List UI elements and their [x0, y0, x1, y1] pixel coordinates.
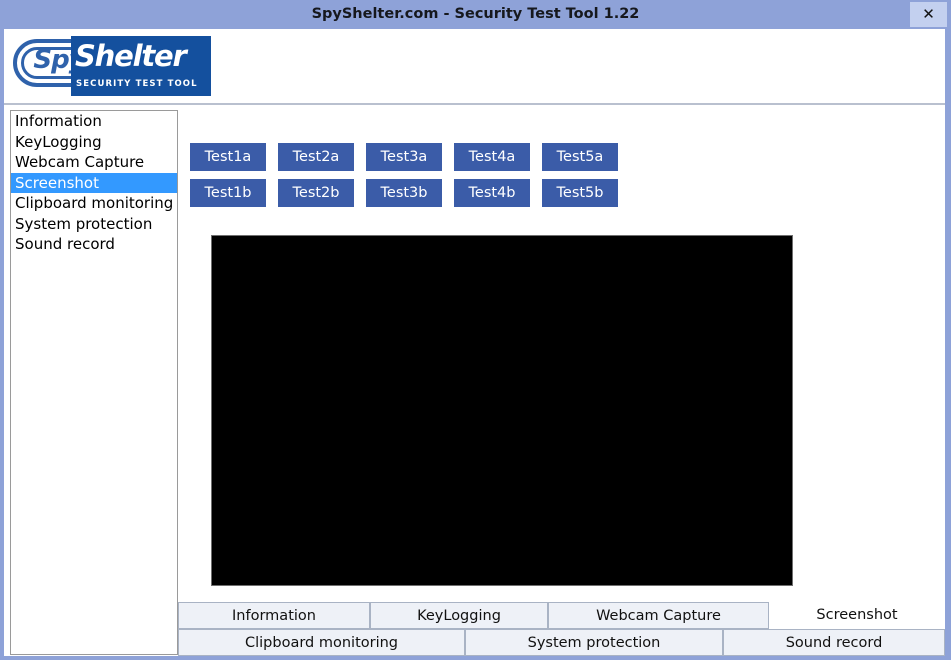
test-button-row-a: Test1a Test2a Test3a Test4a Test5a	[190, 143, 630, 171]
tab-keylogging[interactable]: KeyLogging	[370, 602, 548, 629]
window-frame-bottom	[0, 656, 951, 660]
window-frame-right	[945, 29, 951, 660]
test5a-button[interactable]: Test5a	[542, 143, 618, 171]
test-button-row-b: Test1b Test2b Test3b Test4b Test5b	[190, 179, 630, 207]
close-button[interactable]: ✕	[910, 2, 947, 27]
title-bar: SpyShelter.com - Security Test Tool 1.22…	[0, 0, 951, 29]
bottom-tab-bar: Information KeyLogging Webcam Capture Sc…	[178, 602, 945, 656]
close-icon: ✕	[922, 5, 935, 23]
test2a-button[interactable]: Test2a	[278, 143, 354, 171]
sidebar-item-screenshot[interactable]: Screenshot	[11, 172, 177, 193]
tab-clipboard-monitoring[interactable]: Clipboard monitoring	[178, 629, 465, 656]
tab-system-protection[interactable]: System protection	[465, 629, 723, 656]
tab-row-1: Information KeyLogging Webcam Capture Sc…	[178, 602, 945, 629]
application-window: SpyShelter.com - Security Test Tool 1.22…	[0, 0, 951, 660]
client-area: Spy Shelter SECURITY TEST TOOL Informati…	[4, 29, 945, 656]
logo-shelter-block: Shelter SECURITY TEST TOOL	[71, 36, 211, 96]
main-panel: Test1a Test2a Test3a Test4a Test5a Test1…	[178, 107, 945, 656]
screenshot-preview-area	[211, 235, 793, 586]
test1b-button[interactable]: Test1b	[190, 179, 266, 207]
sidebar-item-sound-record[interactable]: Sound record	[11, 234, 177, 255]
sidebar-item-system-protection[interactable]: System protection	[11, 214, 177, 235]
logo-shelter-text: Shelter	[75, 39, 187, 73]
sidebar-listbox[interactable]: Information KeyLogging Webcam Capture Sc…	[10, 110, 178, 655]
tab-screenshot[interactable]: Screenshot	[769, 602, 945, 629]
test3a-button[interactable]: Test3a	[366, 143, 442, 171]
test-button-grid: Test1a Test2a Test3a Test4a Test5a Test1…	[190, 143, 630, 215]
tab-row-2: Clipboard monitoring System protection S…	[178, 629, 945, 656]
sidebar-item-information[interactable]: Information	[11, 111, 177, 132]
test2b-button[interactable]: Test2b	[278, 179, 354, 207]
tab-sound-record[interactable]: Sound record	[723, 629, 945, 656]
sidebar-item-webcam-capture[interactable]: Webcam Capture	[11, 152, 177, 173]
sidebar-item-keylogging[interactable]: KeyLogging	[11, 132, 177, 153]
tab-webcam-capture[interactable]: Webcam Capture	[548, 602, 769, 629]
test1a-button[interactable]: Test1a	[190, 143, 266, 171]
header-band: Spy Shelter SECURITY TEST TOOL	[4, 29, 945, 105]
test4b-button[interactable]: Test4b	[454, 179, 530, 207]
test4a-button[interactable]: Test4a	[454, 143, 530, 171]
sidebar-item-clipboard-monitoring[interactable]: Clipboard monitoring	[11, 193, 177, 214]
test3b-button[interactable]: Test3b	[366, 179, 442, 207]
logo-subtitle-text: SECURITY TEST TOOL	[76, 79, 198, 89]
spyshelter-logo: Spy Shelter SECURITY TEST TOOL	[13, 36, 211, 96]
window-title: SpyShelter.com - Security Test Tool 1.22	[311, 6, 640, 22]
test5b-button[interactable]: Test5b	[542, 179, 618, 207]
tab-information[interactable]: Information	[178, 602, 370, 629]
